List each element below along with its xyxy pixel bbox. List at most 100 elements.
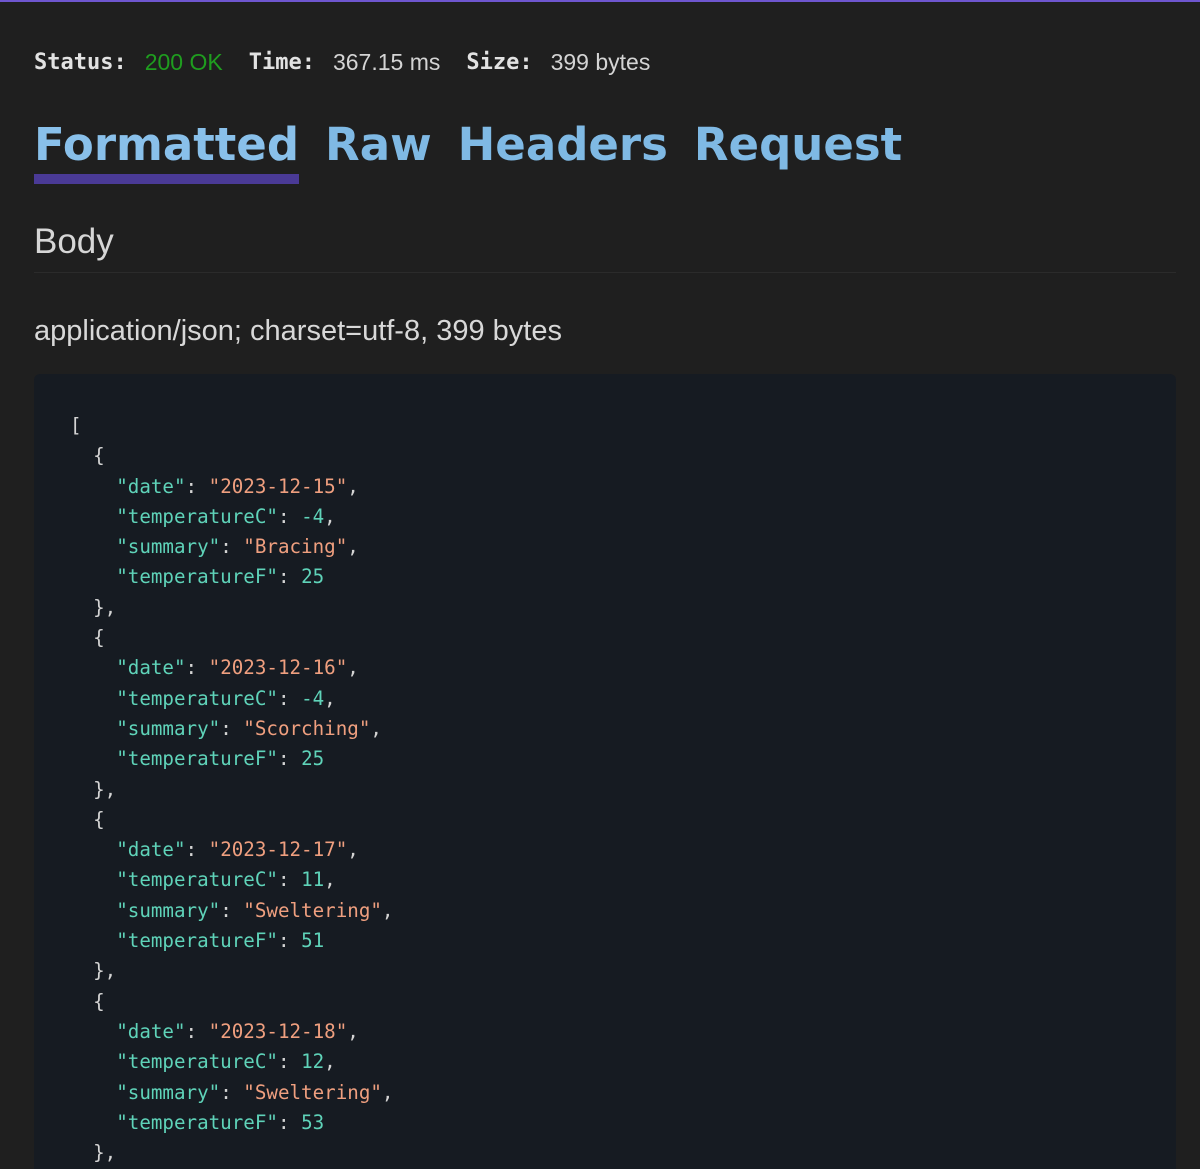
json-punctuation: },	[70, 777, 117, 801]
json-string-value: "2023-12-17"	[208, 838, 348, 862]
json-key: "summary"	[116, 898, 221, 922]
size-value: 399 bytes	[550, 48, 651, 75]
top-accent-bar	[0, 0, 1200, 2]
json-punctuation: :	[277, 504, 302, 528]
json-string-value: "Sweltering"	[243, 898, 382, 922]
json-punctuation: ,	[324, 686, 336, 710]
code-line-open-object: {	[70, 623, 393, 653]
json-punctuation: :	[220, 716, 244, 740]
code-line-property: "date": "2023-12-17",	[70, 835, 393, 865]
code-line-open-object: {	[70, 987, 393, 1017]
json-punctuation: :	[277, 747, 302, 771]
json-punctuation: },	[70, 1141, 117, 1165]
code-line-property: "date": "2023-12-16",	[70, 653, 393, 683]
json-number-value: 11	[301, 868, 325, 892]
json-punctuation: {	[70, 626, 105, 650]
json-punctuation: :	[277, 686, 302, 710]
json-punctuation: },	[70, 595, 117, 619]
code-line-open-object: {	[70, 805, 393, 835]
json-punctuation: :	[185, 656, 209, 680]
json-key: "temperatureF"	[116, 747, 278, 771]
code-line-property: "temperatureC": -4,	[70, 502, 393, 532]
json-key: "date"	[116, 474, 186, 498]
response-tabs: Formatted Raw Headers Request	[34, 114, 928, 184]
json-key: "summary"	[116, 1080, 221, 1104]
status-value: 200 OK	[144, 48, 223, 75]
json-key: "date"	[116, 656, 186, 680]
tab-raw[interactable]: Raw	[325, 114, 432, 176]
json-number-value: 25	[301, 565, 325, 589]
tab-headers[interactable]: Headers	[458, 114, 668, 176]
json-punctuation: ,	[347, 535, 359, 559]
json-string-value: "2023-12-16"	[208, 656, 348, 680]
code-line-close-object: },	[70, 593, 393, 623]
code-line-property: "date": "2023-12-18",	[70, 1017, 393, 1047]
code-line-close-object: },	[70, 1138, 393, 1168]
json-key: "date"	[116, 838, 186, 862]
json-string-value: "Bracing"	[243, 535, 348, 559]
json-punctuation: ,	[381, 898, 394, 922]
code-line-property: "summary": "Sweltering",	[70, 1078, 393, 1108]
json-number-value: 12	[301, 1050, 325, 1074]
json-punctuation: :	[185, 1019, 209, 1043]
time-label: Time:	[248, 49, 315, 75]
code-line-property: "temperatureC": 11,	[70, 865, 393, 895]
json-number-value: 53	[301, 1110, 325, 1134]
json-punctuation: ,	[347, 656, 359, 680]
code-line-property: "summary": "Sweltering",	[70, 896, 393, 926]
json-punctuation: {	[70, 807, 105, 831]
code-line-open-array: [	[70, 411, 393, 441]
json-number-value: -4	[301, 686, 325, 710]
json-key: "summary"	[116, 716, 221, 740]
json-punctuation: ,	[370, 716, 382, 740]
json-punctuation: :	[277, 1050, 302, 1074]
json-punctuation: {	[70, 989, 105, 1013]
code-line-open-object: {	[70, 441, 393, 471]
code-line-property: "summary": "Bracing",	[70, 532, 393, 562]
json-key: "summary"	[116, 535, 221, 559]
code-line-property: "temperatureF": 51	[70, 926, 393, 956]
json-punctuation: ,	[347, 1019, 359, 1043]
json-code-block: [ { "date": "2023-12-15", "temperatureC"…	[70, 411, 393, 1168]
time-value: 367.15 ms	[332, 48, 441, 75]
tab-request[interactable]: Request	[694, 114, 902, 176]
json-punctuation: :	[220, 1080, 244, 1104]
status-label: Status:	[34, 49, 127, 75]
json-key: "temperatureC"	[116, 868, 278, 892]
json-punctuation: :	[277, 565, 302, 589]
code-line-close-object: },	[70, 956, 393, 986]
json-punctuation: ,	[324, 504, 336, 528]
code-line-close-object: },	[70, 775, 393, 805]
json-number-value: 25	[301, 747, 325, 771]
json-code-panel[interactable]: [ { "date": "2023-12-15", "temperatureC"…	[34, 374, 1176, 1169]
size-label: Size:	[466, 49, 533, 75]
code-line-property: "temperatureF": 25	[70, 562, 393, 592]
json-number-value: 51	[301, 929, 325, 953]
json-punctuation: :	[277, 1110, 302, 1134]
content-type-info: application/json; charset=utf-8, 399 byt…	[34, 315, 562, 347]
json-punctuation: ,	[347, 474, 359, 498]
json-punctuation: ,	[324, 1050, 336, 1074]
json-punctuation: :	[185, 474, 209, 498]
json-string-value: "2023-12-18"	[208, 1019, 348, 1043]
json-string-value: "Scorching"	[243, 716, 371, 740]
code-line-property: "date": "2023-12-15",	[70, 472, 393, 502]
json-key: "temperatureF"	[116, 565, 278, 589]
json-punctuation: {	[70, 444, 105, 468]
json-punctuation: :	[220, 535, 244, 559]
tab-formatted[interactable]: Formatted	[34, 114, 300, 184]
json-key: "date"	[116, 1019, 186, 1043]
json-key: "temperatureC"	[116, 686, 278, 710]
code-line-property: "temperatureC": 12,	[70, 1047, 393, 1077]
json-key: "temperatureC"	[116, 1050, 278, 1074]
code-line-property: "temperatureF": 53	[70, 1108, 393, 1138]
response-status-bar: Status: 200 OK Time: 367.15 ms Size: 399…	[34, 46, 676, 78]
code-line-property: "summary": "Scorching",	[70, 714, 393, 744]
json-punctuation: [	[70, 414, 82, 437]
json-punctuation: :	[277, 868, 302, 892]
json-punctuation: },	[70, 959, 117, 983]
json-key: "temperatureF"	[116, 929, 278, 953]
json-key: "temperatureF"	[116, 1110, 278, 1134]
json-punctuation: ,	[381, 1080, 394, 1104]
json-number-value: -4	[301, 504, 325, 528]
